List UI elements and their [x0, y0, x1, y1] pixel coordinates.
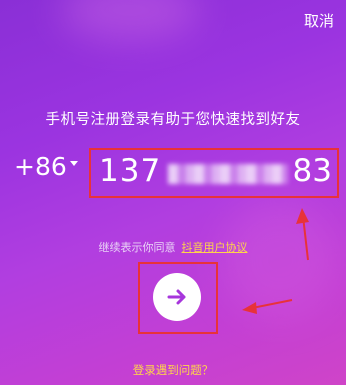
annotation-arrow-up-icon: [296, 208, 309, 261]
annotation-arrows: [242, 208, 309, 314]
annotation-arrow-left-icon: [242, 299, 293, 314]
login-help-link[interactable]: 登录遇到问题？: [0, 362, 346, 378]
